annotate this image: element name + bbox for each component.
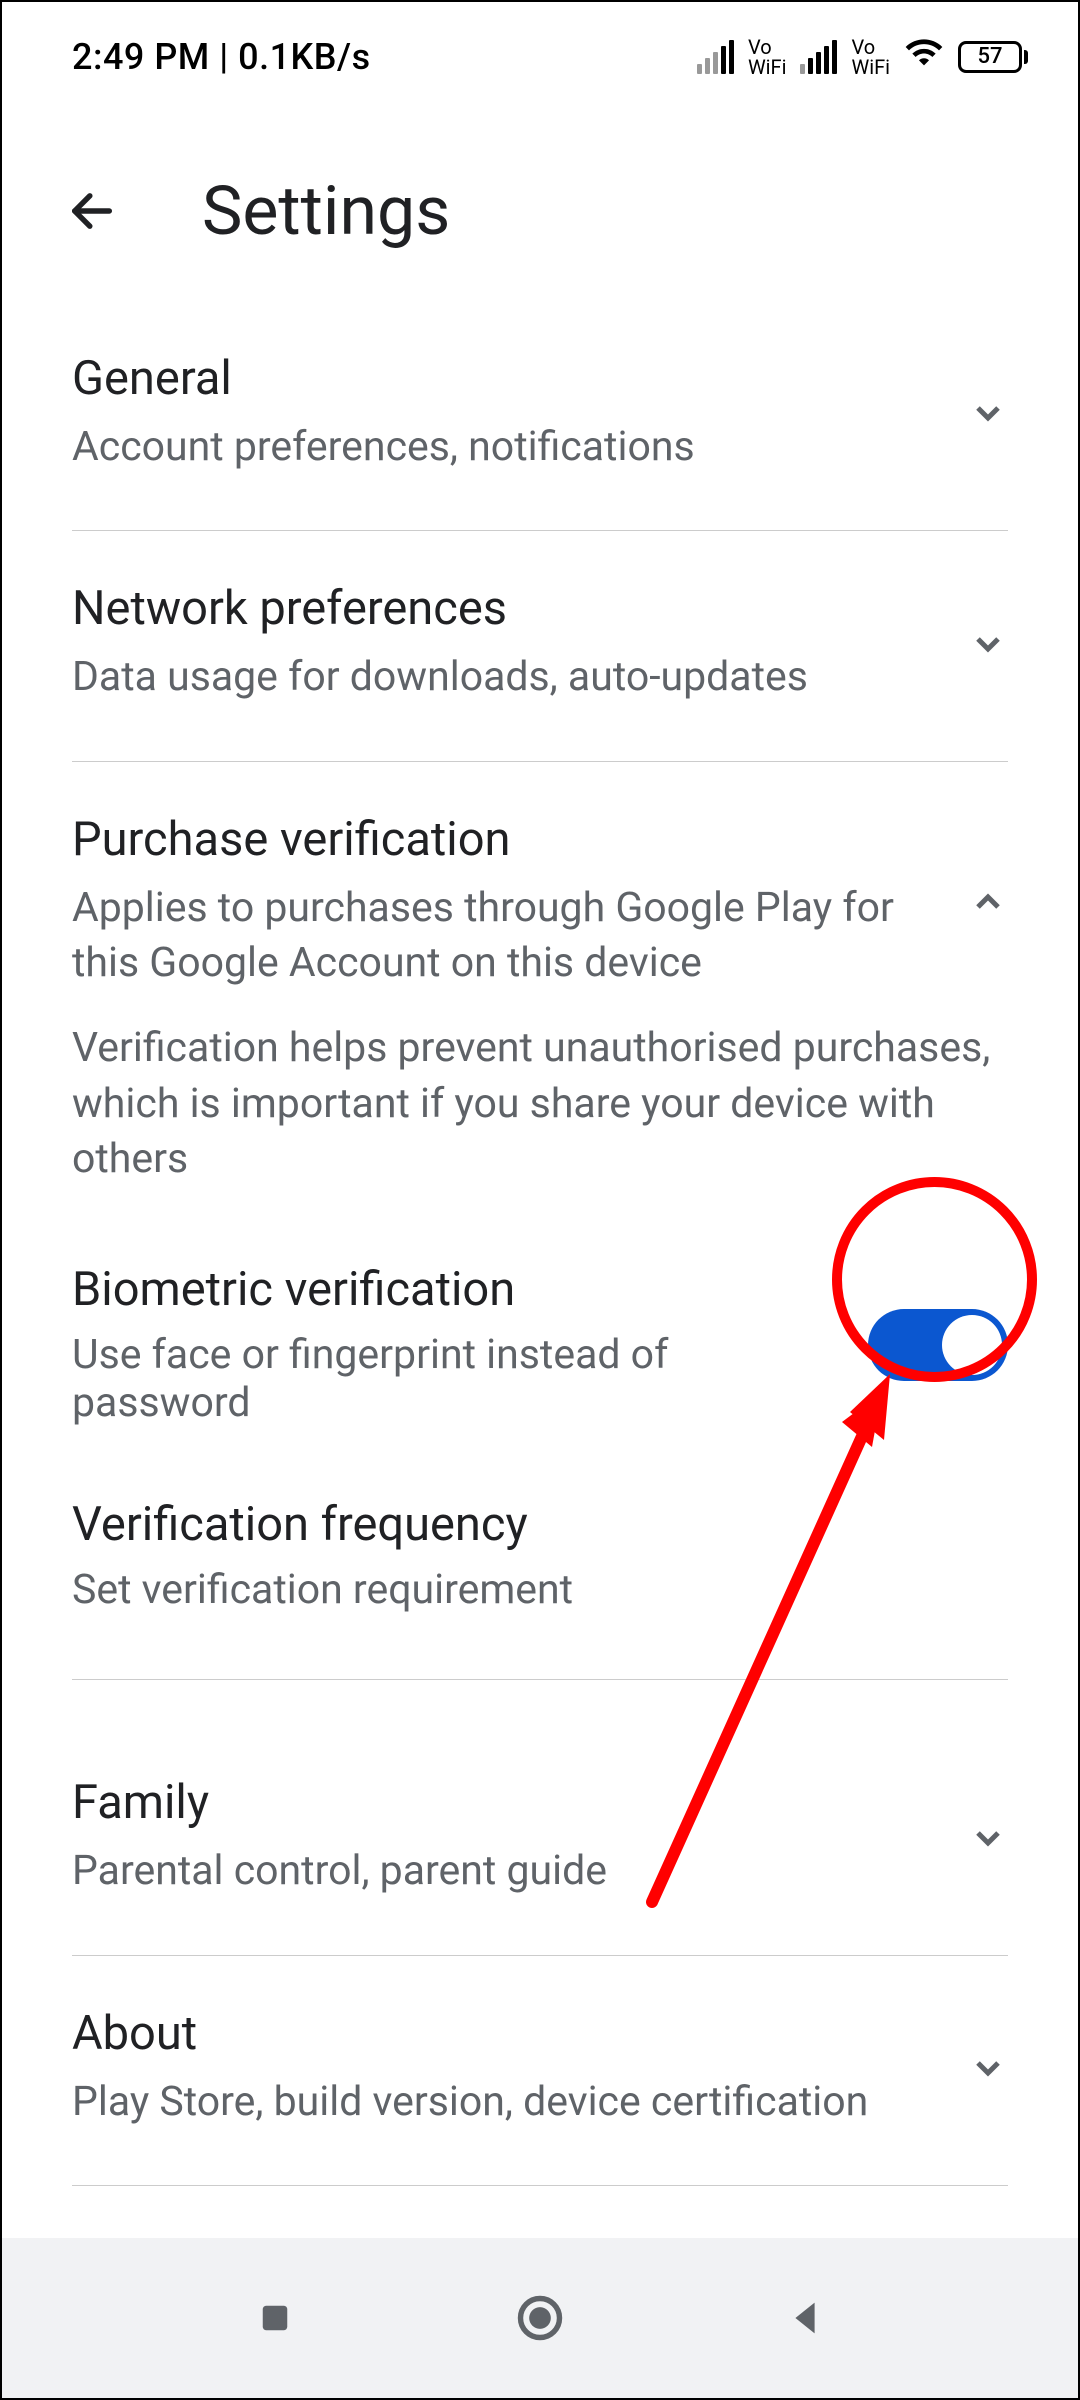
chevron-down-icon (968, 2048, 1008, 2088)
section-network[interactable]: Network preferences Data usage for downl… (72, 531, 1008, 761)
status-time-network: 2:49 PM | 0.1KB/s (72, 36, 371, 78)
section-family[interactable]: Family Parental control, parent guide (72, 1725, 1008, 1955)
battery-icon: 57 (958, 41, 1028, 73)
signal-bars-2-icon (800, 40, 837, 74)
section-general-subtitle: Account preferences, notifications (72, 420, 938, 475)
biometric-title: Biometric verification (72, 1262, 838, 1317)
section-purchase[interactable]: Purchase verification Applies to purchas… (72, 762, 1008, 1022)
app-header: Settings (2, 101, 1078, 301)
status-bar: 2:49 PM | 0.1KB/s Vo WiFi Vo WiFi 57 (2, 2, 1078, 101)
chevron-down-icon (968, 624, 1008, 664)
page-title: Settings (202, 171, 450, 251)
signal-bars-1-icon (697, 40, 734, 74)
vowifi-1-label: Vo WiFi (748, 37, 787, 77)
nav-recent-button[interactable] (245, 2288, 305, 2348)
section-family-title: Family (72, 1775, 938, 1830)
section-purchase-title: Purchase verification (72, 812, 938, 867)
purchase-expanded-content: Verification helps prevent unauthorised … (72, 1021, 1008, 1725)
vowifi-2-label: Vo WiFi (851, 37, 890, 77)
section-network-subtitle: Data usage for downloads, auto-updates (72, 650, 938, 705)
verification-frequency-row[interactable]: Verification frequency Set verification … (72, 1462, 1008, 1659)
biometric-subtitle: Use face or fingerprint instead of passw… (72, 1331, 838, 1427)
chevron-down-icon (968, 393, 1008, 433)
verification-frequency-title: Verification frequency (72, 1497, 1008, 1552)
section-purchase-subtitle: Applies to purchases through Google Play… (72, 881, 938, 992)
nav-home-button[interactable] (510, 2288, 570, 2348)
section-general-title: General (72, 351, 938, 406)
navigation-bar (2, 2238, 1078, 2398)
section-about[interactable]: About Play Store, build version, device … (72, 1956, 1008, 2186)
section-about-title: About (72, 2006, 938, 2061)
section-about-subtitle: Play Store, build version, device certif… (72, 2075, 938, 2130)
status-icons: Vo WiFi Vo WiFi 57 (697, 32, 1028, 81)
chevron-down-icon (968, 1818, 1008, 1858)
nav-back-button[interactable] (775, 2288, 835, 2348)
section-general[interactable]: General Account preferences, notificatio… (72, 301, 1008, 531)
verification-frequency-subtitle: Set verification requirement (72, 1566, 1008, 1614)
wifi-icon (904, 32, 944, 81)
back-button[interactable] (62, 181, 122, 241)
section-network-title: Network preferences (72, 581, 938, 636)
biometric-verification-row[interactable]: Biometric verification Use face or finge… (72, 1227, 1008, 1462)
section-family-subtitle: Parental control, parent guide (72, 1844, 938, 1899)
chevron-up-icon (968, 882, 1008, 922)
biometric-toggle[interactable] (868, 1309, 1008, 1381)
purchase-info-text: Verification helps prevent unauthorised … (72, 1021, 1008, 1187)
